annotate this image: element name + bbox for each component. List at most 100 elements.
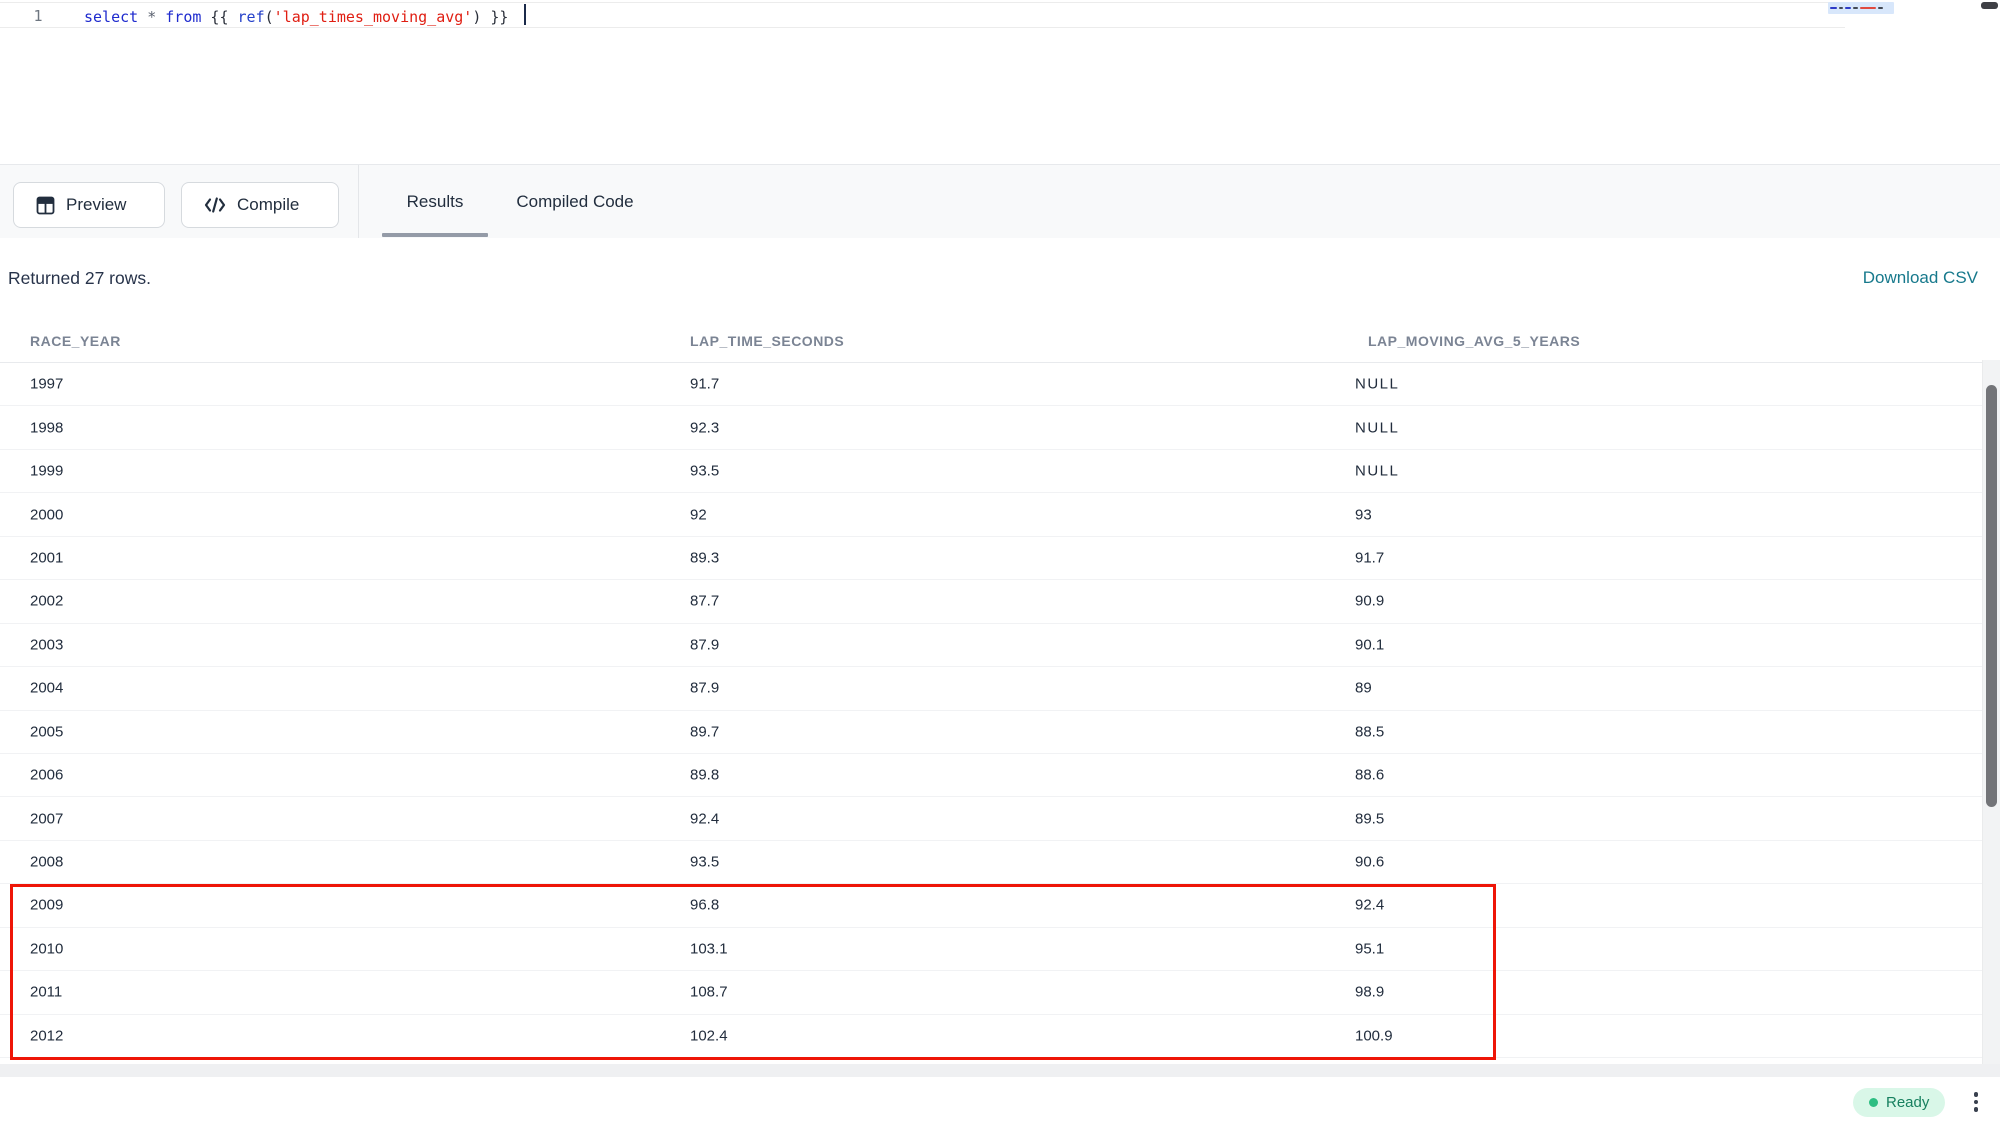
- cell-lap-moving-avg: 92.4: [1355, 897, 1384, 914]
- cell-race-year: 2004: [30, 680, 63, 697]
- cell-lap-moving-avg: 95.1: [1355, 940, 1384, 957]
- compile-button[interactable]: Compile: [181, 182, 339, 228]
- code-token: *: [147, 8, 156, 26]
- line-number: 1: [0, 7, 76, 25]
- cell-race-year: 2000: [30, 506, 63, 523]
- table-row[interactable]: 199791.7NULL: [0, 363, 2000, 406]
- cell-lap-time-seconds: 92.3: [690, 419, 719, 436]
- table-row[interactable]: 2009 96.8 92.4: [0, 884, 2000, 927]
- cell-race-year: 1997: [30, 376, 63, 393]
- kebab-menu-icon[interactable]: [1969, 1089, 1983, 1115]
- results-header: Returned 27 rows. Download CSV: [0, 238, 2000, 320]
- table-row[interactable]: 2003 87.9 90.1: [0, 624, 2000, 667]
- table-row[interactable]: 2008 93.5 90.6: [0, 841, 2000, 884]
- cell-race-year: 2008: [30, 854, 63, 871]
- cell-race-year: 2012: [30, 1027, 63, 1044]
- cell-race-year: 2006: [30, 767, 63, 784]
- cell-lap-moving-avg: NULL: [1355, 419, 1399, 436]
- cell-race-year: 1998: [30, 419, 63, 436]
- cell-lap-time-seconds: 93.5: [690, 463, 719, 480]
- code-token: from: [165, 8, 201, 26]
- table-row[interactable]: 2002 87.7 90.9: [0, 580, 2000, 623]
- preview-button[interactable]: Preview: [13, 182, 165, 228]
- code-token: select: [84, 8, 138, 26]
- table-row[interactable]: 2004 87.9 89: [0, 667, 2000, 710]
- cell-lap-time-seconds: 89.7: [690, 723, 719, 740]
- code-text[interactable]: select * from {{ ref('lap_times_moving_a…: [84, 7, 508, 28]
- code-token: }}: [481, 8, 508, 26]
- download-csv-link[interactable]: Download CSV: [1863, 268, 1978, 288]
- tab-compiled-code[interactable]: Compiled Code: [512, 165, 638, 239]
- sql-editor[interactable]: 1 select * from {{ ref('lap_times_moving…: [0, 0, 2000, 164]
- cell-lap-moving-avg: 88.6: [1355, 767, 1384, 784]
- cell-lap-time-seconds: 93.5: [690, 854, 719, 871]
- cell-race-year: 2010: [30, 940, 63, 957]
- table-row[interactable]: 2010 103.1 95.1: [0, 928, 2000, 971]
- status-badge: Ready: [1853, 1088, 1945, 1117]
- code-token: 'lap_times_moving_avg': [274, 8, 473, 26]
- horizontal-scrollbar-track[interactable]: [0, 1064, 2000, 1077]
- preview-button-label: Preview: [66, 195, 126, 215]
- minimap-mark: [1830, 7, 1837, 9]
- cell-lap-moving-avg: 90.1: [1355, 636, 1384, 653]
- cell-lap-time-seconds: 92.4: [690, 810, 719, 827]
- cell-lap-time-seconds: 87.7: [690, 593, 719, 610]
- status-badge-label: Ready: [1886, 1094, 1929, 1111]
- cell-lap-moving-avg: 89: [1355, 680, 1372, 697]
- table-row[interactable]: 20009293: [0, 493, 2000, 536]
- cell-lap-time-seconds: 102.4: [690, 1027, 728, 1044]
- toolbar-divider: [358, 165, 359, 239]
- cell-lap-moving-avg: 90.6: [1355, 854, 1384, 871]
- table-row[interactable]: 1998 92.3 NULL: [0, 406, 2000, 449]
- cell-lap-moving-avg: 98.9: [1355, 984, 1384, 1001]
- cell-race-year: 2003: [30, 636, 63, 653]
- editor-minimap[interactable]: [1828, 2, 1894, 14]
- table-row[interactable]: 2007 92.4 89.5: [0, 797, 2000, 840]
- cell-lap-moving-avg: 88.5: [1355, 723, 1384, 740]
- results-toolbar: Preview Compile Results Compiled Code: [0, 164, 2000, 238]
- table-row[interactable]: 2011 108.7 98.9: [0, 971, 2000, 1014]
- cell-lap-time-seconds: 103.1: [690, 940, 728, 957]
- code-token: [138, 8, 147, 26]
- cell-lap-time-seconds: 87.9: [690, 636, 719, 653]
- cell-lap-time-seconds: 89.8: [690, 767, 719, 784]
- cell-race-year: 2011: [30, 984, 62, 1001]
- cell-lap-moving-avg: 90.9: [1355, 593, 1384, 610]
- table-body: 199791.7NULL199892.3NULL199993.5NULL2000…: [0, 363, 2000, 1058]
- cell-race-year: 2009: [30, 897, 63, 914]
- code-brackets-icon: [204, 196, 226, 214]
- code-token: [156, 8, 165, 26]
- cell-lap-moving-avg: 91.7: [1355, 549, 1384, 566]
- minimap-mark: [1853, 7, 1858, 9]
- table-row[interactable]: 2005 89.7 88.5: [0, 711, 2000, 754]
- minimap-mark: [1845, 7, 1851, 9]
- table-row[interactable]: 2006 89.8 88.6: [0, 754, 2000, 797]
- editor-scrollbar-thumb[interactable]: [1981, 2, 1998, 9]
- column-header-lap-time-seconds: LAP_TIME_SECONDS: [690, 333, 844, 349]
- tab-results[interactable]: Results: [382, 165, 488, 239]
- table-row[interactable]: 2012 102.4 100.9: [0, 1015, 2000, 1058]
- column-header-race-year: RACE_YEAR: [30, 333, 121, 349]
- cell-lap-time-seconds: 108.7: [690, 984, 728, 1001]
- minimap-mark: [1860, 7, 1876, 9]
- cell-race-year: 2005: [30, 723, 63, 740]
- cell-lap-time-seconds: 96.8: [690, 897, 719, 914]
- column-header-lap-moving-avg: LAP_MOVING_AVG_5_YEARS: [1368, 333, 1580, 349]
- active-code-line[interactable]: 1 select * from {{ ref('lap_times_moving…: [0, 2, 1845, 28]
- minimap-mark: [1839, 7, 1843, 9]
- dbt-ide-window: 1 select * from {{ ref('lap_times_moving…: [0, 0, 2000, 1124]
- cell-lap-moving-avg: 89.5: [1355, 810, 1384, 827]
- text-cursor: [524, 4, 526, 25]
- cell-race-year: 2007: [30, 810, 63, 827]
- cell-lap-time-seconds: 87.9: [690, 680, 719, 697]
- cell-lap-moving-avg: 100.9: [1355, 1027, 1393, 1044]
- table-row[interactable]: 199993.5NULL: [0, 450, 2000, 493]
- tab-compiled-code-label: Compiled Code: [516, 192, 633, 212]
- vertical-scrollbar-thumb[interactable]: [1986, 385, 1997, 807]
- cell-race-year: 2001: [30, 549, 63, 566]
- cell-race-year: 2002: [30, 593, 63, 610]
- tab-results-label: Results: [407, 192, 464, 212]
- table-row[interactable]: 200189.391.7: [0, 537, 2000, 580]
- code-token: (: [265, 8, 274, 26]
- cell-lap-moving-avg: NULL: [1355, 376, 1399, 393]
